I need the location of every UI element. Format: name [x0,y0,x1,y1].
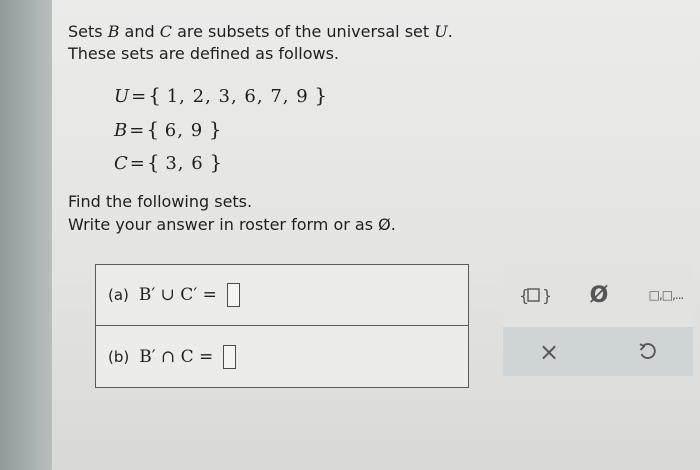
clear-button[interactable]: × [535,338,563,366]
set-c-definition: C ={ 3, 6 } [114,150,223,174]
answer-input-a[interactable] [226,283,240,307]
screen-bezel [0,0,52,470]
question-label: (a) [108,286,129,304]
set-u-definition: U ={ 1, 2, 3, 6, 7, 9 } [114,83,328,107]
answer-input-b[interactable] [223,344,237,369]
set-b-definition: B ={ 6, 9 } [114,117,222,141]
problem-intro-line2: These sets are defined as follows. [68,44,339,63]
set-braces-icon: { } [519,286,550,305]
question-expression: B′ ∪ C′ = [138,285,217,305]
answer-table: (a) B′ ∪ C′ = (b) B′ ∩ C = [95,264,469,388]
problem-page [52,0,700,470]
list-button[interactable]: □,□,... [641,281,691,309]
empty-set-button[interactable]: Ø [585,280,613,310]
question-row-b: (b) B′ ∩ C = [96,326,468,387]
svg-text:}: } [542,286,550,305]
question-label: (b) [108,347,130,366]
question-expression: B′ ∩ C = [139,346,214,367]
undo-icon [639,343,656,359]
set-braces-button[interactable]: { } [517,282,551,308]
question-row-a: (a) B′ ∪ C′ = [96,265,468,326]
undo-button[interactable] [633,338,661,366]
problem-intro-line1: Sets B and C are subsets of the universa… [68,22,453,41]
instruction-line2: Write your answer in roster form or as Ø… [68,215,396,234]
instruction-line1: Find the following sets. [68,192,253,211]
keypad-action-bar [503,327,693,376]
